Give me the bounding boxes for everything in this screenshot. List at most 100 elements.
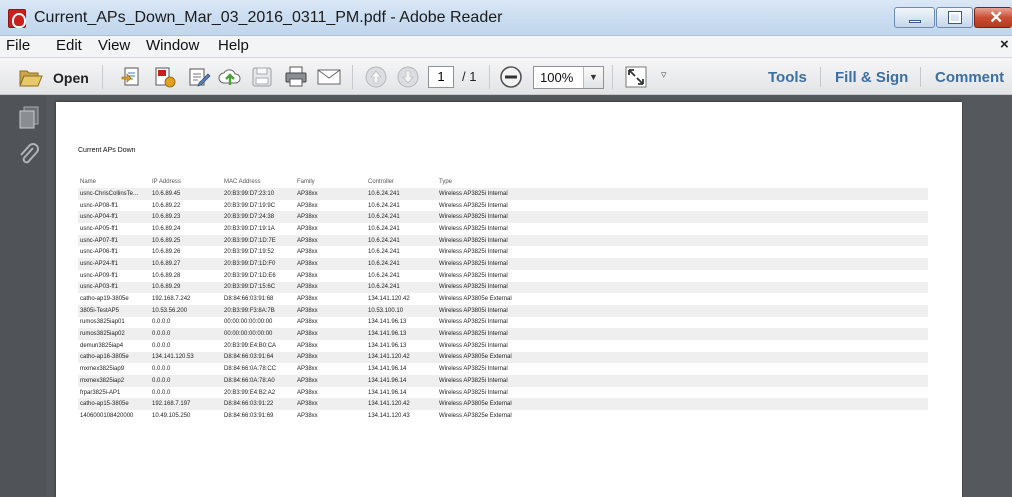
table-row: mxmex3825iap9 0.0.0.0 D8:84:66:0A:78:CC AP3… bbox=[78, 363, 928, 375]
close-window-button[interactable]: ✕ bbox=[974, 7, 1012, 28]
table-cell: 134.141.96.13 bbox=[368, 342, 407, 349]
table-cell: 00:00:00:00:00:00 bbox=[224, 319, 273, 326]
table-cell: 10.6.24.241 bbox=[368, 214, 400, 221]
close-document-button[interactable]: × bbox=[1000, 36, 1009, 53]
table-cell: 192.168.7.242 bbox=[152, 296, 191, 303]
fullscreen-icon[interactable] bbox=[624, 65, 648, 89]
upload-cloud-icon[interactable] bbox=[218, 65, 242, 89]
table-cell: Wireless AP3825i Internal bbox=[439, 319, 508, 326]
table-cell: 10.53.56.200 bbox=[152, 307, 188, 314]
open-button[interactable]: Open bbox=[53, 70, 89, 86]
table-cell: usnc-AP24-ff1 bbox=[80, 260, 118, 267]
table-cell: Wireless AP3825i Internal bbox=[439, 272, 508, 279]
table-row: usnc-AP05-ff1 10.6.89.24 20:B3:99:D7:19:1A… bbox=[78, 223, 928, 235]
table-cell: 10.6.24.241 bbox=[368, 284, 400, 291]
adobe-reader-icon bbox=[8, 9, 26, 28]
table-cell: usnc-ChrisCollinsTe... bbox=[80, 190, 139, 197]
table-cell: 134.141.120.42 bbox=[368, 401, 410, 408]
open-folder-icon[interactable] bbox=[18, 65, 44, 89]
table-cell: AP38xx bbox=[297, 377, 318, 384]
window-title: Current_APs_Down_Mar_03_2016_0311_PM.pdf… bbox=[34, 9, 503, 26]
table-cell: 0.0.0.0 bbox=[152, 319, 171, 326]
attachments-icon[interactable] bbox=[17, 143, 41, 169]
table-row: rumos3825iap02 0.0.0.0 00:00:00:00:00:00 AP… bbox=[78, 328, 928, 340]
pdf-page: Current APs Down Name IP Address MAC Add… bbox=[56, 102, 962, 497]
table-cell: Wireless AP3825i Internal bbox=[439, 389, 508, 396]
table-cell: 134.141.120.42 bbox=[368, 354, 410, 361]
table-row: usnc-AP24-ff1 10.6.89.27 20:B3:99:D7:1D:F0… bbox=[78, 258, 928, 270]
table-cell: 20:B3:99:D7:24:38 bbox=[224, 214, 275, 221]
table-cell: 134.141.120.42 bbox=[368, 296, 410, 303]
table-cell: Wireless AP3825i Internal bbox=[439, 190, 508, 197]
table-row: usnc-AP03-ff1 10.6.89.29 20:B3:99:D7:15:6C… bbox=[78, 281, 928, 294]
table-cell: D8:84:66:03:91:68 bbox=[224, 296, 274, 303]
fill-sign-link[interactable]: Fill & Sign bbox=[835, 69, 908, 86]
zoom-select[interactable]: 100% ▼ bbox=[533, 66, 604, 89]
table-cell: 134.141.96.14 bbox=[368, 389, 407, 396]
table-cell: usnc-AP04-ff1 bbox=[80, 214, 118, 221]
table-cell: 10.6.89.24 bbox=[152, 225, 181, 232]
menu-bar: File Edit View Window Help × bbox=[0, 36, 1012, 57]
table-cell: 20:B3:99:E4:B2:A2 bbox=[224, 389, 276, 396]
email-icon[interactable] bbox=[316, 65, 342, 89]
table-cell: AP38xx bbox=[297, 366, 318, 373]
menu-window[interactable]: Window bbox=[146, 37, 199, 54]
save-icon[interactable] bbox=[250, 65, 274, 89]
tools-link[interactable]: Tools bbox=[768, 69, 807, 86]
table-row: rumos3825iap01 0.0.0.0 00:00:00:00:00:00 AP… bbox=[78, 317, 928, 329]
report-table: Name IP Address MAC Address Family Contr… bbox=[78, 176, 928, 422]
table-cell: Wireless AP3825i Internal bbox=[439, 377, 508, 384]
table-row: frpar3825i-AP1 0.0.0.0 20:B3:99:E4:B2:A2 AP… bbox=[78, 387, 928, 399]
table-cell: AP38xx bbox=[297, 272, 318, 279]
table-cell: D8:84:66:0A:78:CC bbox=[224, 366, 277, 373]
table-cell: Wireless AP3825i Internal bbox=[439, 366, 508, 373]
table-row: usnc-AP08-ff1 10.6.89.22 20:B3:99:D7:19:9C… bbox=[78, 200, 928, 212]
column-header: Type bbox=[439, 179, 453, 185]
table-cell: 20:B3:99:D7:1D:F0 bbox=[224, 260, 276, 267]
table-cell: 3805i-TestAP5 bbox=[80, 307, 120, 314]
table-row: 1406000108420000 10.49.105.250 D8:84:66:03… bbox=[78, 410, 928, 422]
table-cell: 10.49.105.250 bbox=[152, 412, 191, 419]
maximize-icon bbox=[948, 11, 962, 24]
print-icon[interactable] bbox=[284, 65, 308, 89]
column-header: Controller bbox=[368, 179, 395, 185]
table-cell: D8:84:66:03:91:22 bbox=[224, 401, 274, 408]
table-cell: 10.6.89.45 bbox=[152, 190, 181, 197]
page-number-input[interactable]: 1 bbox=[428, 66, 454, 88]
table-row: 3805i-TestAP5 10.53.56.200 20:B3:99:F3:8A:… bbox=[78, 304, 928, 317]
table-cell: rumos3825iap02 bbox=[80, 331, 125, 338]
toolbar-separator bbox=[352, 65, 353, 89]
table-cell: AP38xx bbox=[297, 260, 318, 267]
table-cell: catho-ap19-3805e bbox=[80, 296, 129, 303]
document-viewport[interactable]: Current APs Down Name IP Address MAC Add… bbox=[46, 95, 1012, 497]
table-row: catho-ap19-3805e 192.168.7.242 D8:84:66:03… bbox=[78, 293, 928, 305]
menu-view[interactable]: View bbox=[98, 37, 130, 54]
toolbar-separator bbox=[612, 65, 613, 89]
chevron-down-icon[interactable]: ▼ bbox=[583, 67, 603, 88]
pages-icon[interactable] bbox=[18, 105, 40, 129]
next-page-icon[interactable] bbox=[396, 65, 420, 89]
create-pdf-icon[interactable] bbox=[120, 65, 144, 89]
table-cell: Wireless AP3825e External bbox=[439, 412, 512, 419]
sign-icon[interactable] bbox=[187, 65, 211, 89]
more-icon[interactable]: ▿ bbox=[661, 68, 667, 81]
report-title: Current APs Down bbox=[78, 147, 136, 154]
table-cell: 10.6.89.23 bbox=[152, 214, 181, 221]
comment-link[interactable]: Comment bbox=[935, 69, 1004, 86]
maximize-button[interactable] bbox=[936, 7, 973, 28]
export-icon[interactable] bbox=[153, 65, 177, 89]
table-cell: 10.6.89.29 bbox=[152, 284, 181, 291]
document-margin bbox=[963, 95, 1012, 497]
table-cell: 20:B3:99:D7:19:52 bbox=[224, 249, 275, 256]
table-cell: usnc-AP07-ff1 bbox=[80, 237, 118, 244]
column-header: Name bbox=[80, 179, 97, 185]
zoom-out-icon[interactable] bbox=[499, 65, 523, 89]
menu-edit[interactable]: Edit bbox=[56, 37, 82, 54]
menu-help[interactable]: Help bbox=[218, 37, 249, 54]
menu-file[interactable]: File bbox=[6, 37, 30, 54]
table-cell: 20:B3:99:D7:19:9C bbox=[224, 202, 276, 209]
previous-page-icon[interactable] bbox=[364, 65, 388, 89]
minimize-button[interactable] bbox=[894, 7, 935, 28]
toolbar-separator bbox=[820, 67, 821, 87]
table-cell: 10.6.24.241 bbox=[368, 249, 400, 256]
